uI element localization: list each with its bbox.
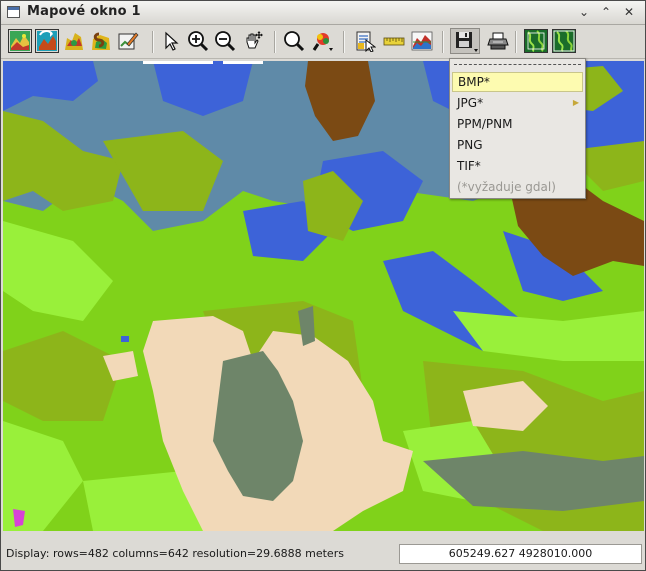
display-vector-icon[interactable] — [62, 29, 86, 53]
profile-icon[interactable] — [410, 29, 434, 53]
save-icon[interactable] — [450, 28, 480, 54]
redraw-icon[interactable] — [35, 29, 59, 53]
menu-item-label: PNG — [457, 138, 483, 152]
print-icon[interactable] — [486, 29, 510, 53]
measure-icon[interactable] — [382, 29, 406, 53]
toolbar-separator — [515, 31, 517, 53]
close-button[interactable]: ✕ — [621, 4, 637, 20]
menu-item-label: (*vyžaduje gdal) — [457, 180, 556, 194]
menu-item-label: JPG* — [457, 96, 484, 110]
display-map-icon[interactable] — [8, 29, 32, 53]
title-bar[interactable]: Mapové okno 1 ⌄ ⌃ ✕ — [1, 1, 645, 25]
menu-item-label: BMP* — [458, 75, 490, 89]
map-window: Mapové okno 1 ⌄ ⌃ ✕ BMP* JPG* ▶ PPM/PNM … — [0, 0, 646, 571]
query-icon[interactable] — [353, 29, 377, 53]
toolbar-separator — [343, 31, 345, 53]
menu-item-png[interactable]: PNG — [452, 135, 583, 155]
export-format-menu: BMP* JPG* ▶ PPM/PNM PNG TIF* (*vyžaduje … — [449, 58, 586, 199]
map-toolbar — [1, 25, 645, 59]
georectify-icon[interactable] — [552, 29, 576, 53]
map-view-icon[interactable] — [524, 29, 548, 53]
menu-item-label: TIF* — [457, 159, 481, 173]
coordinates-field[interactable]: 605249.627 4928010.000 — [399, 544, 642, 564]
submenu-arrow-icon: ▶ — [572, 98, 579, 107]
display-raster-map-icon[interactable] — [89, 29, 113, 53]
menu-item-tif[interactable]: TIF* — [452, 156, 583, 176]
menu-item-bmp[interactable]: BMP* — [452, 72, 583, 92]
menu-item-jpg[interactable]: JPG* ▶ — [452, 93, 583, 113]
window-icon[interactable] — [7, 6, 20, 18]
window-title: Mapové okno 1 — [27, 4, 141, 19]
menu-item-ppm-pnm[interactable]: PPM/PNM — [452, 114, 583, 134]
menu-note-gdal-required: (*vyžaduje gdal) — [452, 177, 583, 197]
pan-icon[interactable] — [241, 29, 265, 53]
display-info: Display: rows=482 columns=642 resolution… — [6, 547, 344, 560]
zoom-menu-icon[interactable] — [311, 29, 335, 53]
zoom-out-icon[interactable] — [213, 29, 237, 53]
minimize-button[interactable]: ⌄ — [576, 4, 592, 20]
pointer-icon[interactable] — [159, 29, 183, 53]
maximize-button[interactable]: ⌃ — [598, 4, 614, 20]
zoom-in-icon[interactable] — [186, 29, 210, 53]
erase-icon[interactable] — [116, 29, 140, 53]
toolbar-separator — [274, 31, 276, 53]
menu-tearoff[interactable] — [454, 64, 581, 65]
status-bar: Display: rows=482 columns=642 resolution… — [1, 542, 645, 570]
toolbar-separator — [442, 31, 444, 53]
zoom-back-icon[interactable] — [282, 29, 306, 53]
toolbar-separator — [152, 31, 154, 53]
menu-item-label: PPM/PNM — [457, 117, 513, 131]
